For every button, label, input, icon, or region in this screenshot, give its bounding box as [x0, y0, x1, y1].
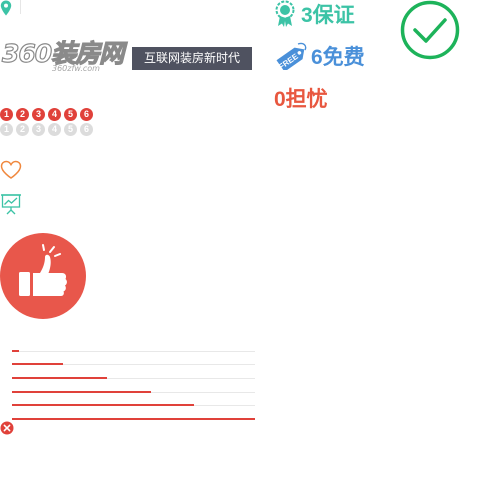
- number-badge: 3: [32, 108, 45, 121]
- feature-label: 6免费: [311, 46, 365, 69]
- number-badge: 5: [64, 108, 77, 121]
- thumbs-up-button[interactable]: [0, 233, 86, 319]
- number-badges-active: 1 2 3 4 5 6: [0, 108, 93, 121]
- feature-label: 0担忧: [274, 88, 328, 111]
- thumbs-up-icon: [19, 244, 67, 296]
- feature-label: 3保证: [301, 4, 355, 27]
- number-badge: 2: [16, 108, 29, 121]
- price-tag-icon: FREE: [276, 42, 307, 70]
- progress-line: [12, 338, 255, 352]
- feature-free: FREE 6免费: [274, 42, 365, 70]
- number-badge: 4: [48, 123, 61, 136]
- check-circle-icon: [400, 0, 460, 60]
- feature-guarantee: 3保证: [274, 0, 355, 28]
- site-logo[interactable]: 360装房网 360zfw.com: [1, 34, 124, 74]
- number-badge: 4: [48, 108, 61, 121]
- number-badge: 2: [16, 123, 29, 136]
- feature-worry-free: 0担忧: [274, 84, 328, 112]
- close-circle-icon[interactable]: [0, 421, 14, 435]
- heart-icon[interactable]: [0, 160, 22, 180]
- progress-line: [12, 365, 255, 380]
- map-pin-icon: [0, 0, 12, 16]
- number-badge: 6: [80, 123, 93, 136]
- number-badge: 6: [80, 108, 93, 121]
- slogan-banner: 互联网装房新时代: [132, 47, 252, 70]
- number-badge: 3: [32, 123, 45, 136]
- award-ribbon-icon: [275, 0, 295, 27]
- progress-line: [12, 352, 255, 366]
- divider: [20, 0, 21, 14]
- progress-line: [12, 393, 255, 407]
- progress-lines: [12, 338, 255, 421]
- number-badge: 1: [0, 123, 13, 136]
- progress-line: [12, 379, 255, 393]
- number-badge: 1: [0, 108, 13, 121]
- number-badges-inactive: 1 2 3 4 5 6: [0, 123, 93, 136]
- progress-line: [12, 406, 255, 421]
- progress-line-fill: [12, 418, 255, 421]
- logo-domain: 360zfw.com: [52, 64, 100, 73]
- presentation-chart-icon: [1, 194, 21, 215]
- number-badge: 5: [64, 123, 77, 136]
